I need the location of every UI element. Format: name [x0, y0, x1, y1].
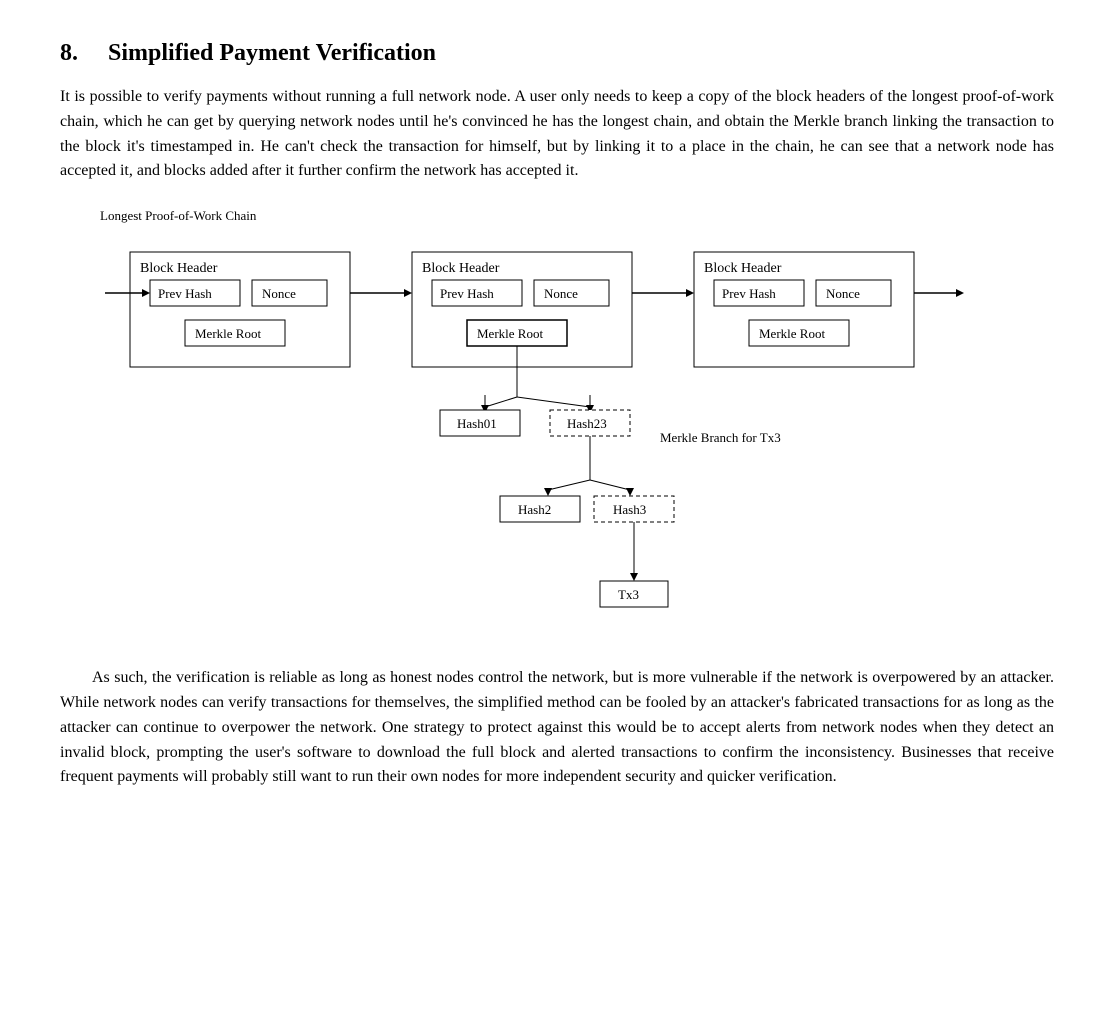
svg-text:Block Header: Block Header: [422, 261, 500, 276]
section-number: 8.: [60, 40, 78, 66]
conclusion-paragraph: As such, the verification is reliable as…: [60, 666, 1054, 790]
svg-text:Hash23: Hash23: [567, 416, 607, 431]
svg-text:Nonce: Nonce: [544, 286, 578, 301]
svg-text:Block Header: Block Header: [140, 261, 218, 276]
svg-text:Hash3: Hash3: [613, 502, 646, 517]
section-heading: 8. Simplified Payment Verification: [60, 40, 1054, 67]
svg-text:Prev Hash: Prev Hash: [440, 286, 494, 301]
svg-text:Merkle Branch for Tx3: Merkle Branch for Tx3: [660, 430, 781, 445]
svg-text:Prev Hash: Prev Hash: [722, 286, 776, 301]
svg-text:Hash2: Hash2: [518, 502, 551, 517]
intro-paragraph: It is possible to verify payments withou…: [60, 85, 1054, 184]
svg-text:Nonce: Nonce: [262, 286, 296, 301]
svg-text:Prev Hash: Prev Hash: [158, 286, 212, 301]
svg-text:Merkle Root: Merkle Root: [759, 326, 825, 341]
svg-text:Hash01: Hash01: [457, 416, 497, 431]
section-title: Simplified Payment Verification: [108, 40, 436, 66]
svg-text:Nonce: Nonce: [826, 286, 860, 301]
svg-text:Merkle Root: Merkle Root: [195, 326, 261, 341]
diagram-container: Longest Proof-of-Work Chain Block Header…: [100, 208, 1054, 642]
svg-text:Merkle Root: Merkle Root: [477, 326, 543, 341]
svg-text:Tx3: Tx3: [618, 587, 639, 602]
chain-label: Longest Proof-of-Work Chain: [100, 208, 1054, 224]
blockchain-diagram: Block Header Prev Hash Nonce Merkle Root…: [100, 232, 1060, 642]
svg-text:Block Header: Block Header: [704, 261, 782, 276]
